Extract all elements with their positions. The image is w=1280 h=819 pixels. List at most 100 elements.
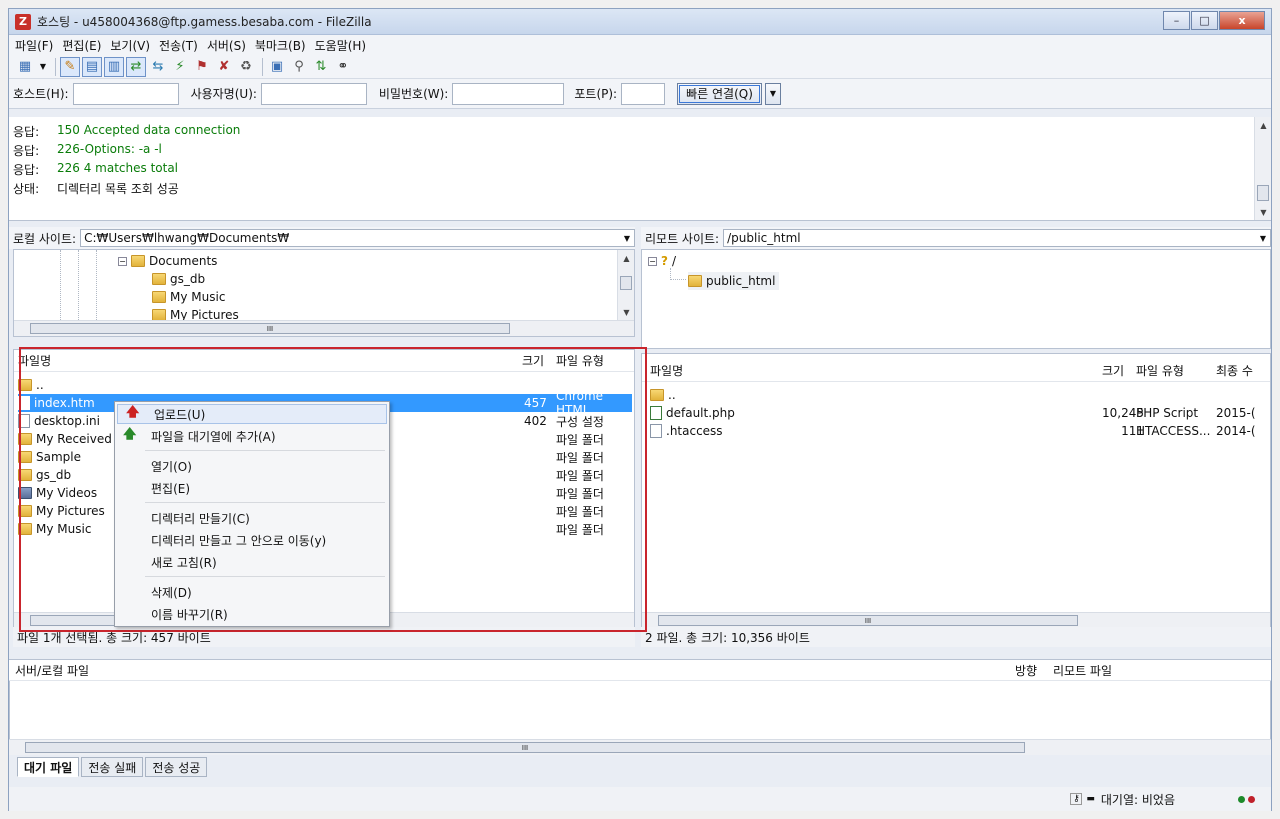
- scroll-up-icon[interactable]: ▲: [1255, 117, 1272, 133]
- column-name[interactable]: 파일명: [18, 352, 51, 369]
- remote-file-hscroll[interactable]: III: [642, 612, 1270, 628]
- sync-browse-icon[interactable]: ⇅: [311, 57, 331, 77]
- menu-item-refresh[interactable]: 새로 고침(R): [115, 552, 389, 572]
- process-queue-icon[interactable]: ⚡: [170, 57, 190, 77]
- menu-bookmarks[interactable]: 북마크(B): [255, 37, 306, 54]
- title-bar: Z 호스팅 - u458004368@ftp.gamess.besaba.com…: [9, 9, 1271, 35]
- local-tree-hscroll[interactable]: III: [14, 320, 634, 336]
- remote-status: 2 파일. 총 크기: 10,356 바이트: [641, 627, 1271, 647]
- dropdown-icon[interactable]: ▼: [37, 57, 49, 77]
- maximize-button[interactable]: □: [1191, 11, 1218, 30]
- scroll-down-icon[interactable]: ▼: [1255, 204, 1272, 220]
- cancel-icon[interactable]: ⚑: [192, 57, 212, 77]
- queue-tabs: 대기 파일 전송 실패 전송 성공: [17, 757, 209, 779]
- tree-item-my-music[interactable]: My Music: [152, 288, 225, 306]
- quickconnect-button[interactable]: 빠른 연결(Q): [677, 82, 762, 105]
- log-scrollbar[interactable]: ▲ ▼: [1254, 117, 1271, 220]
- led-red-icon: [1248, 795, 1255, 803]
- toggle-local-tree-icon[interactable]: ▤: [82, 56, 102, 77]
- toggle-remote-tree-icon[interactable]: ▥: [104, 56, 124, 77]
- menu-item-open[interactable]: 열기(O): [115, 456, 389, 476]
- toggle-queue-icon[interactable]: ⇄: [126, 56, 146, 77]
- folder-icon: [18, 433, 32, 445]
- menu-help[interactable]: 도움말(H): [315, 37, 367, 54]
- port-input[interactable]: [621, 82, 666, 105]
- toggle-log-icon[interactable]: ✎: [60, 56, 80, 77]
- remote-file-header: 파일명 크기 파일 유형 최종 수: [642, 360, 1270, 382]
- menu-item-delete[interactable]: 삭제(D): [115, 582, 389, 602]
- menu-server[interactable]: 서버(S): [207, 37, 246, 54]
- menu-view[interactable]: 보기(V): [110, 37, 150, 54]
- remote-file-list: 파일명 크기 파일 유형 최종 수 .. default.php 10,245 PH…: [641, 353, 1271, 628]
- column-remote-file[interactable]: 리모트 파일: [1053, 662, 1112, 679]
- column-type[interactable]: 파일 유형: [556, 352, 604, 369]
- tab-failed-transfers[interactable]: 전송 실패: [81, 757, 144, 777]
- filter-icon[interactable]: ▣: [267, 57, 287, 77]
- quickconnect-dropdown-icon[interactable]: ▼: [764, 82, 781, 105]
- folder-icon: [152, 273, 166, 285]
- log-line: 응답: 150 Accepted data connection: [13, 123, 241, 139]
- close-button[interactable]: x: [1219, 11, 1265, 30]
- list-item-parent[interactable]: ..: [18, 376, 632, 394]
- scroll-up-icon[interactable]: ▲: [618, 250, 635, 266]
- table-row[interactable]: default.php 10,245 PHP Script 2015-(: [650, 404, 1266, 422]
- menu-transfer[interactable]: 전송(T): [159, 37, 198, 54]
- site-manager-icon[interactable]: ▦: [15, 57, 35, 77]
- queue-list: [9, 681, 1271, 743]
- chevron-down-icon: ▼: [1259, 233, 1266, 243]
- local-tree-vscroll[interactable]: ▲ ▼: [617, 250, 634, 320]
- column-server-local[interactable]: 서버/로컬 파일: [15, 662, 89, 679]
- collapse-icon: −: [118, 256, 127, 266]
- column-direction[interactable]: 방향: [1015, 662, 1037, 679]
- menu-item-edit[interactable]: 편집(E): [115, 478, 389, 498]
- php-file-icon: [650, 406, 662, 420]
- file-icon: [650, 424, 662, 438]
- tab-successful-transfers[interactable]: 전송 성공: [145, 757, 208, 777]
- remote-tree-panel: −? / public_html: [641, 249, 1271, 349]
- reconnect-icon[interactable]: ♻: [236, 57, 256, 77]
- menu-item-rename[interactable]: 이름 바꾸기(R): [115, 604, 389, 624]
- list-item-parent[interactable]: ..: [650, 386, 1266, 404]
- video-folder-icon: [18, 487, 32, 499]
- column-size[interactable]: 크기: [1102, 362, 1124, 379]
- menu-edit[interactable]: 편집(E): [62, 37, 101, 54]
- menu-item-mkdir[interactable]: 디렉터리 만들기(C): [115, 508, 389, 528]
- disconnect-icon[interactable]: ✘: [214, 57, 234, 77]
- column-type[interactable]: 파일 유형: [1136, 362, 1184, 379]
- menu-file[interactable]: 파일(F): [15, 37, 53, 54]
- led-green-icon: [1238, 795, 1245, 803]
- minimize-button[interactable]: –: [1163, 11, 1190, 30]
- tree-item-gs-db[interactable]: gs_db: [152, 270, 205, 288]
- scroll-down-icon[interactable]: ▼: [618, 304, 635, 320]
- username-input[interactable]: [260, 82, 367, 105]
- table-row[interactable]: .htaccess 111 HTACCESS... 2014-(: [650, 422, 1266, 440]
- port-label: 포트(P):: [574, 87, 618, 101]
- compare-icon[interactable]: ⚲: [289, 57, 309, 77]
- column-size[interactable]: 크기: [522, 352, 544, 369]
- tab-queued-files[interactable]: 대기 파일: [17, 757, 80, 777]
- pictures-folder-icon: [18, 505, 32, 517]
- menu-item-add-to-queue[interactable]: 🡅 파일을 대기열에 추가(A): [115, 426, 389, 446]
- password-input[interactable]: [452, 82, 565, 105]
- queue-hscroll[interactable]: III: [9, 739, 1271, 755]
- host-input[interactable]: [72, 82, 179, 105]
- folder-icon: [18, 451, 32, 463]
- menu-item-mkdir-enter[interactable]: 디렉터리 만들고 그 안으로 이동(y): [115, 530, 389, 550]
- host-label: 호스트(H):: [13, 87, 69, 101]
- add-to-queue-icon: 🡅: [123, 427, 137, 442]
- collapse-icon: −: [648, 256, 657, 266]
- search-icon[interactable]: ⚭: [333, 57, 353, 77]
- filezilla-window: Z 호스팅 - u458004368@ftp.gamess.besaba.com…: [8, 8, 1272, 811]
- local-site-path[interactable]: C:₩Users₩lhwang₩Documents₩ ▼: [80, 229, 635, 247]
- folder-icon: [18, 469, 32, 481]
- tree-item-public-html[interactable]: public_html: [688, 272, 780, 290]
- remote-site-path[interactable]: /public_html ▼: [723, 229, 1271, 247]
- chevron-down-icon: ▼: [623, 233, 630, 243]
- menu-item-upload[interactable]: 🡅 업로드(U): [117, 404, 387, 424]
- refresh-icon[interactable]: ⇆: [148, 57, 168, 77]
- settings-file-icon: [18, 414, 30, 428]
- column-name[interactable]: 파일명: [650, 362, 683, 379]
- window-title: 호스팅 - u458004368@ftp.gamess.besaba.com -…: [37, 15, 372, 29]
- tree-item-documents[interactable]: − Documents: [118, 252, 217, 270]
- column-modified[interactable]: 최종 수: [1216, 362, 1253, 379]
